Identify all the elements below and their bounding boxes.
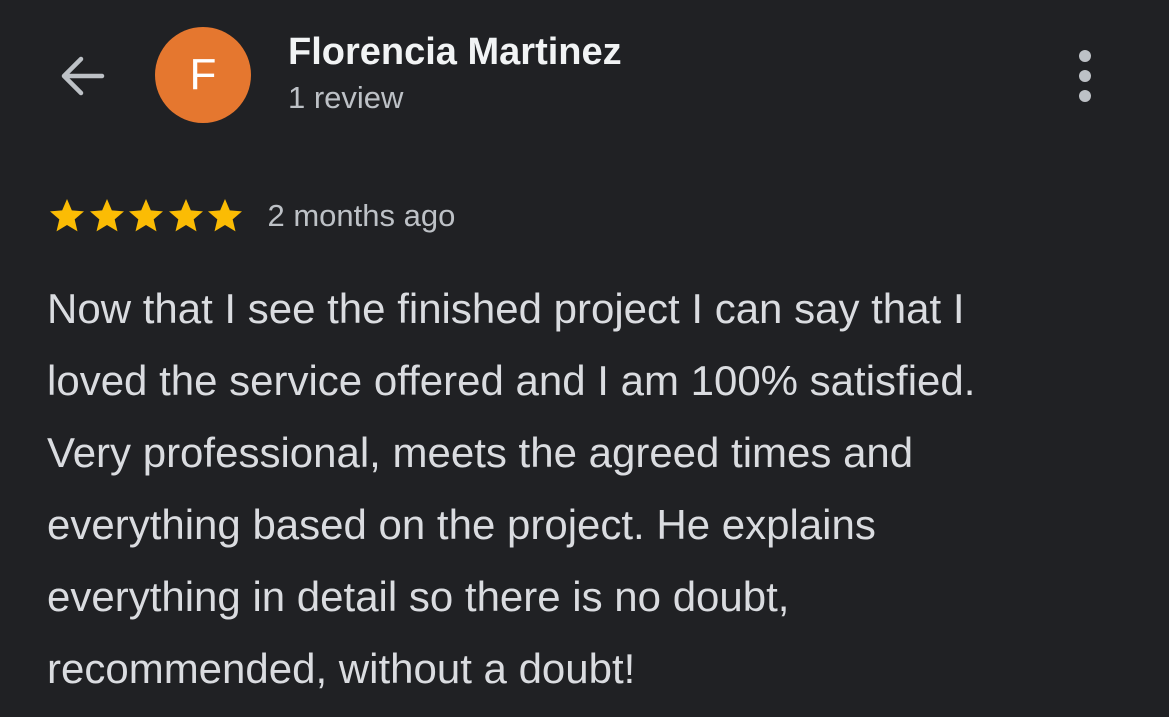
review-time: 2 months ago (267, 198, 456, 233)
arrow-left-icon (61, 56, 105, 96)
review-text-line: loved the service offered and I am 100% … (47, 357, 976, 404)
review-count: 1 review (288, 80, 404, 115)
avatar-initial: F (189, 50, 217, 99)
star-rating (47, 196, 245, 236)
review-text-line: everything in detail so there is no doub… (47, 573, 790, 620)
more-options-button[interactable] (1058, 44, 1112, 108)
star-icon (129, 199, 163, 232)
review-header: F Florencia Martinez 1 review (0, 0, 1169, 150)
star-icon (89, 199, 124, 232)
back-button[interactable] (52, 46, 112, 106)
avatar[interactable]: F (155, 27, 251, 123)
rating-row: 2 months ago (47, 192, 455, 240)
star-icon (50, 199, 84, 232)
star-icon (208, 199, 242, 232)
review-text-line: recommended, without a doubt! (47, 645, 636, 692)
review-text-line: everything based on the project. He expl… (47, 501, 876, 548)
more-vert-icon (1079, 50, 1091, 102)
star-icon (168, 199, 203, 232)
review-text: Now that I see the finished project I ca… (47, 273, 1137, 705)
reviewer-name[interactable]: Florencia Martinez (288, 28, 622, 76)
review-text-line: Now that I see the finished project I ca… (47, 285, 965, 332)
review-text-line: Very professional, meets the agreed time… (47, 429, 914, 476)
